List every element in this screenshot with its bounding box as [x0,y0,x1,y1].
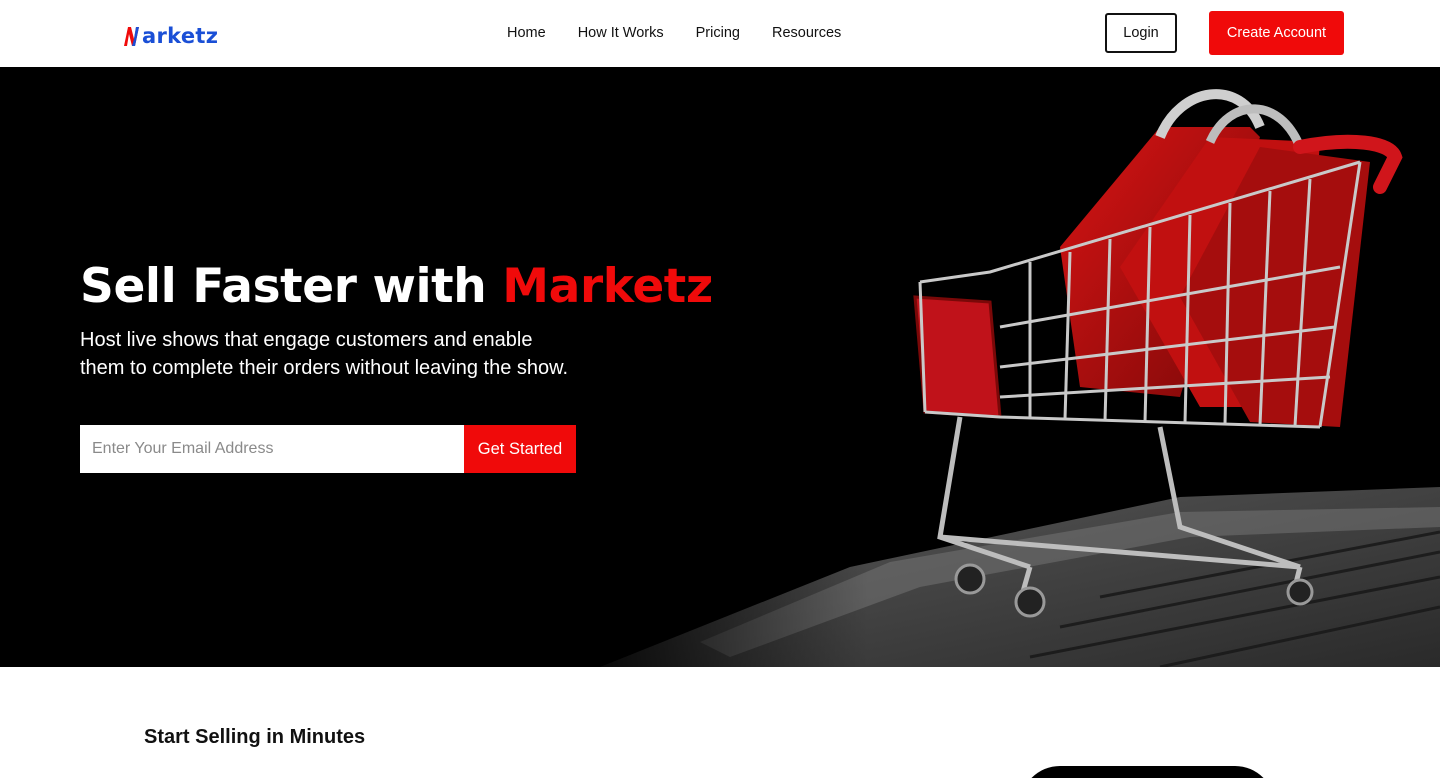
main-nav: Home How It Works Pricing Resources [507,24,841,42]
hero-section: Sell Faster with Marketz Host live shows… [0,67,1440,667]
hero-title-main: Sell Faster with [80,259,487,314]
login-button[interactable]: Login [1105,13,1177,53]
nav-link-pricing[interactable]: Pricing [696,24,740,42]
hero-title-accent: Marketz [502,259,713,314]
get-started-button[interactable]: Get Started [464,425,576,473]
create-account-button[interactable]: Create Account [1209,11,1344,55]
nav-link-how-it-works[interactable]: How It Works [578,24,664,42]
shopping-cart-laptop-image [560,67,1440,667]
logo-text: arketz [142,23,219,48]
hero-subtitle: Host live shows that engage customers an… [80,329,569,379]
top-navbar: arketz Home How It Works Pricing Resourc… [0,0,1440,67]
email-input[interactable] [80,425,464,473]
device-preview-shape [1020,766,1275,778]
email-signup-form: Get Started [80,425,576,473]
logo-m-icon [124,27,139,46]
section-title: Start Selling in Minutes [144,726,366,748]
marketz-logo[interactable]: arketz [123,22,218,50]
nav-link-home[interactable]: Home [507,24,546,42]
nav-link-resources[interactable]: Resources [772,24,841,42]
hero-title: Sell Faster with Marketz [80,257,713,317]
